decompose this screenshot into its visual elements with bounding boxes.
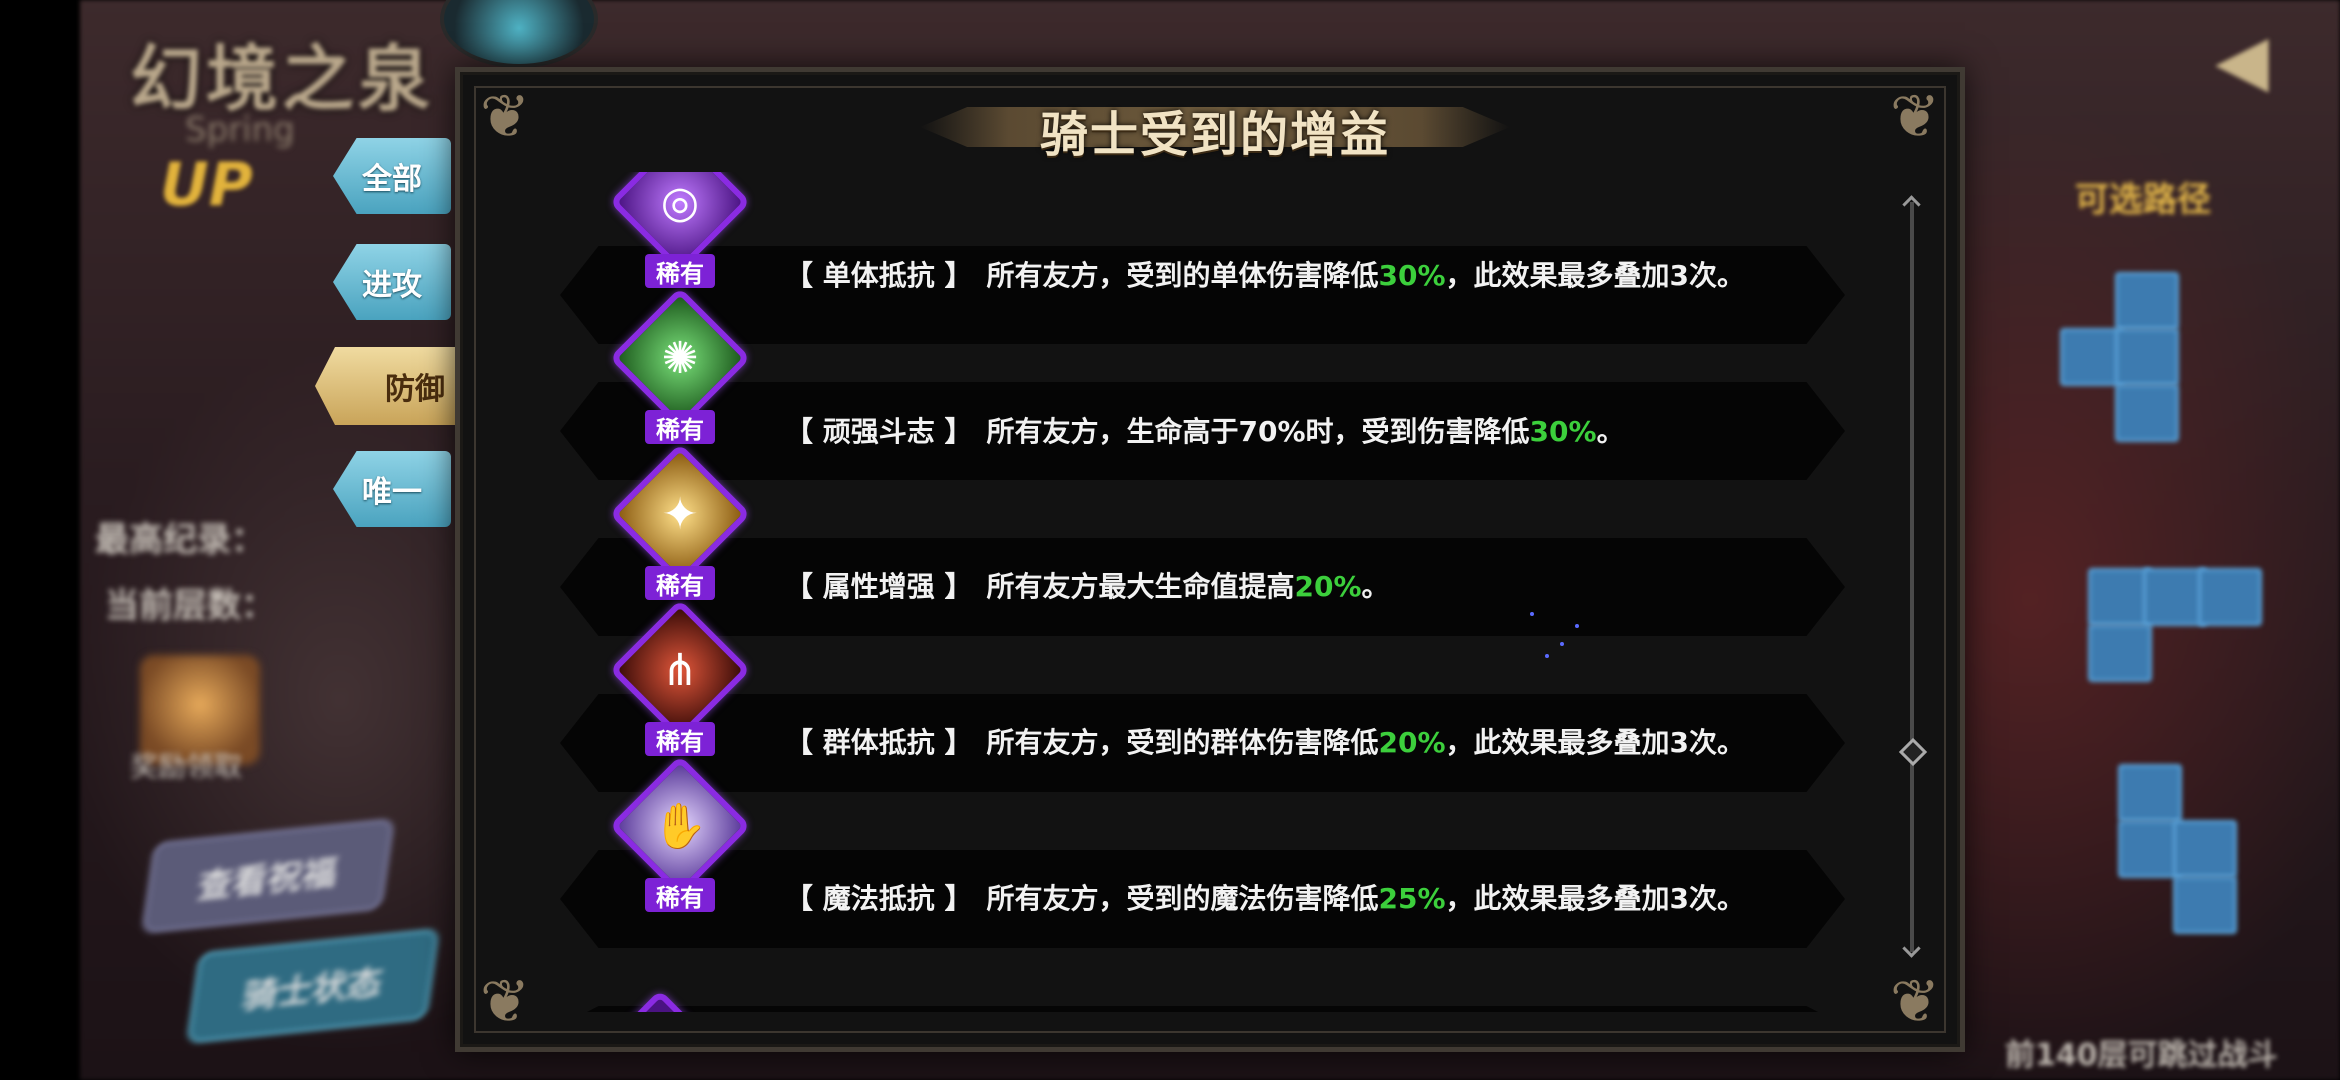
buff-desc-before: 所有友方，受到的单体伤害降低 <box>986 259 1379 292</box>
sparkle-icon <box>1530 612 1534 616</box>
rarity-badge: 稀有 <box>645 254 715 288</box>
buff-desc-after: 。 <box>1361 570 1390 603</box>
buff-desc-before: 所有友方，受到的魔法伤害降低 <box>986 882 1379 915</box>
buff-name: 【 单体抵抗 】 <box>785 259 973 292</box>
buff-value: 30% <box>1529 415 1597 448</box>
up-badge: UP <box>160 150 253 220</box>
record-current-label: 当前层数： <box>105 586 275 626</box>
path-tile <box>2088 624 2152 682</box>
sparkle-icon <box>1575 624 1579 628</box>
buff-value: 20% <box>1378 726 1446 759</box>
buff-name: 【 群体抵抗 】 <box>785 726 973 759</box>
hand-glyph-icon: ✋ <box>652 801 708 852</box>
claw-glyph-icon: ⋔ <box>661 644 699 696</box>
sparkle-icon <box>1545 654 1549 658</box>
game-mode-subtitle: Spring <box>185 110 295 150</box>
buff-description: 【 魔法抵抗 】所有友方，受到的魔法伤害降低25%，此效果最多叠加3次。 <box>785 877 1745 917</box>
buff-icon: ⋔ 稀有 <box>609 599 751 780</box>
path-panel-title: 可选路径 <box>2075 180 2211 220</box>
buff-desc-before: 所有友方，受到的群体伤害降低 <box>986 726 1379 759</box>
record-high-label: 最高纪录： <box>95 520 265 560</box>
tab-all[interactable]: 全部 <box>333 138 451 214</box>
path-tile <box>2115 384 2179 442</box>
buff-desc-after: 。 <box>1596 415 1625 448</box>
rarity-badge: 稀有 <box>645 722 715 756</box>
path-tile <box>2173 876 2237 934</box>
modal-title: 骑士受到的增益 <box>1039 106 1390 163</box>
ornament-corner-icon: ❦ <box>1889 82 1941 152</box>
buff-name: 【 魔法抵抗 】 <box>785 882 973 915</box>
path-tile <box>2115 272 2179 330</box>
buff-row-partial[interactable] <box>560 1006 1845 1012</box>
back-arrow-icon[interactable]: ◀ <box>2215 25 2295 95</box>
buff-value: 20% <box>1294 570 1362 603</box>
buff-description: 【 顽强斗志 】所有友方，生命高于70%时，受到伤害降低30%。 <box>785 410 1625 450</box>
tab-unique[interactable]: 唯一 <box>333 451 451 527</box>
rarity-badge: 稀有 <box>645 878 715 912</box>
buff-icon: ✦ 稀有 <box>609 443 751 624</box>
rarity-badge: 稀有 <box>645 566 715 600</box>
path-tile <box>2118 764 2182 822</box>
screen-edge <box>0 0 80 1080</box>
star-glyph-icon: ✦ <box>661 488 699 540</box>
buff-desc-after: ，此效果最多叠加3次。 <box>1445 259 1746 292</box>
reward-chest-label: 奖励领取 <box>130 750 243 783</box>
buff-icon: ✋ 稀有 <box>609 755 751 936</box>
buff-list[interactable]: ◎ 稀有 【 单体抵抗 】所有友方，受到的单体伤害降低30%，此效果最多叠加3次… <box>460 172 1970 1012</box>
swirl-glyph-icon: ◎ <box>660 176 700 228</box>
buff-desc-before: 所有友方，生命高于70%时，受到伤害降低 <box>986 415 1530 448</box>
buff-desc-after: ，此效果最多叠加3次。 <box>1445 882 1746 915</box>
vortex-glyph-icon: ✺ <box>661 332 699 384</box>
buff-desc-before: 所有友方最大生命值提高 <box>986 570 1295 603</box>
buff-name: 【 属性增强 】 <box>785 570 973 603</box>
rarity-badge: 稀有 <box>645 410 715 444</box>
buff-value: 30% <box>1378 259 1446 292</box>
path-tile <box>2198 568 2262 626</box>
buff-desc-after: ，此效果最多叠加3次。 <box>1445 726 1746 759</box>
buff-description: 【 属性增强 】所有友方最大生命值提高20%。 <box>785 565 1390 605</box>
buff-value: 25% <box>1378 882 1446 915</box>
tab-attack[interactable]: 进攻 <box>333 244 451 320</box>
buff-list-modal: ❦ ❦ ❦ ❦ 骑士受到的增益 ◎ 稀有 【 单体抵抗 】所有友方，受到的单体伤… <box>455 67 1965 1052</box>
buff-description: 【 群体抵抗 】所有友方，受到的群体伤害降低20%，此效果最多叠加3次。 <box>785 721 1745 761</box>
scrollbar-track[interactable] <box>1910 202 1914 952</box>
skip-battle-note: 前140层可跳过战斗 <box>2005 1038 2278 1073</box>
ornament-corner-icon: ❦ <box>479 82 531 152</box>
path-tile <box>2115 328 2179 386</box>
sparkle-icon <box>1560 642 1564 646</box>
buff-name: 【 顽强斗志 】 <box>785 415 973 448</box>
buff-icon: ✺ 稀有 <box>609 287 751 468</box>
path-tile <box>2173 820 2237 878</box>
modal-header: 骑士受到的增益 <box>920 82 1510 177</box>
buff-description: 【 单体抵抗 】所有友方，受到的单体伤害降低30%，此效果最多叠加3次。 <box>785 254 1745 294</box>
